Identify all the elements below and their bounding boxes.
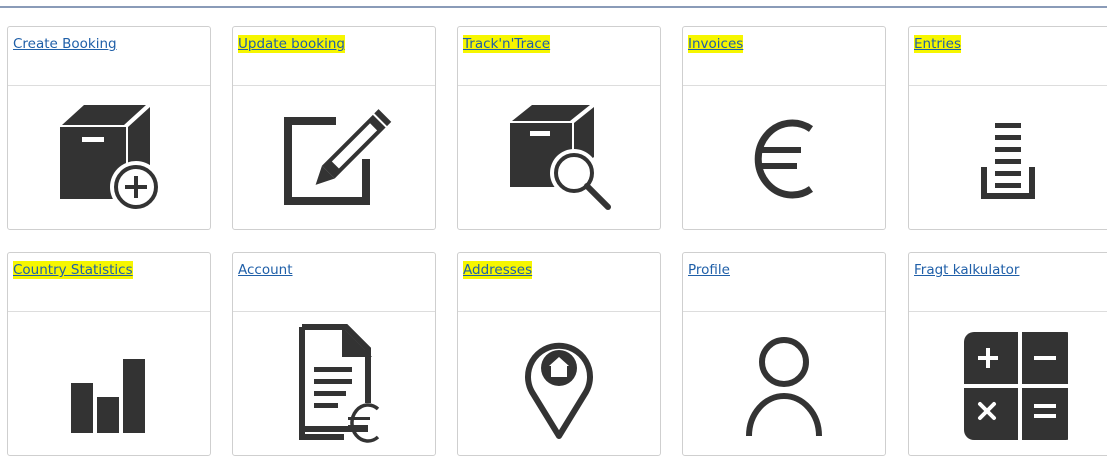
account-link[interactable]: Account [238, 261, 293, 279]
user-icon[interactable] [683, 312, 885, 455]
tile-addresses[interactable]: Addresses [457, 252, 661, 456]
invoices-link[interactable]: Invoices [688, 35, 744, 53]
tile-profile[interactable]: Profile [682, 252, 886, 456]
country-statistics-link[interactable]: Country Statistics [13, 261, 133, 279]
box-add-icon[interactable] [8, 86, 210, 229]
fragt-kalkulator-link[interactable]: Fragt kalkulator [914, 261, 1019, 279]
top-divider [0, 6, 1107, 8]
inbox-list-icon[interactable] [909, 86, 1107, 229]
tile-header: Addresses [458, 253, 660, 312]
document-euro-icon[interactable] [233, 312, 435, 455]
box-search-icon[interactable] [458, 86, 660, 229]
map-pin-home-icon[interactable] [458, 312, 660, 455]
euro-icon[interactable] [683, 86, 885, 229]
tile-header: Update booking [233, 27, 435, 86]
tile-update-booking[interactable]: Update booking [232, 26, 436, 230]
tile-header: Track'n'Trace [458, 27, 660, 86]
create-booking-link[interactable]: Create Booking [13, 35, 117, 53]
edit-icon[interactable] [233, 86, 435, 229]
tile-header: Create Booking [8, 27, 210, 86]
tile-account[interactable]: Account [232, 252, 436, 456]
tile-invoices[interactable]: Invoices [682, 26, 886, 230]
addresses-link[interactable]: Addresses [463, 261, 533, 279]
calculator-icon[interactable] [909, 312, 1107, 455]
entries-link[interactable]: Entries [914, 35, 962, 53]
tile-header: Entries [909, 27, 1107, 86]
update-booking-link[interactable]: Update booking [238, 35, 345, 53]
tile-header: Account [233, 253, 435, 312]
track-n-trace-link[interactable]: Track'n'Trace [463, 35, 551, 53]
tile-header: Invoices [683, 27, 885, 86]
tile-create-booking[interactable]: Create Booking [7, 26, 211, 230]
profile-link[interactable]: Profile [688, 261, 730, 279]
bar-chart-icon[interactable] [8, 312, 210, 455]
tile-header: Profile [683, 253, 885, 312]
tile-fragt-kalkulator[interactable]: Fragt kalkulator [908, 252, 1107, 456]
tile-header: Fragt kalkulator [909, 253, 1107, 312]
tile-country-statistics[interactable]: Country Statistics [7, 252, 211, 456]
tile-header: Country Statistics [8, 253, 210, 312]
tile-track-n-trace[interactable]: Track'n'Trace [457, 26, 661, 230]
tile-entries[interactable]: Entries [908, 26, 1107, 230]
